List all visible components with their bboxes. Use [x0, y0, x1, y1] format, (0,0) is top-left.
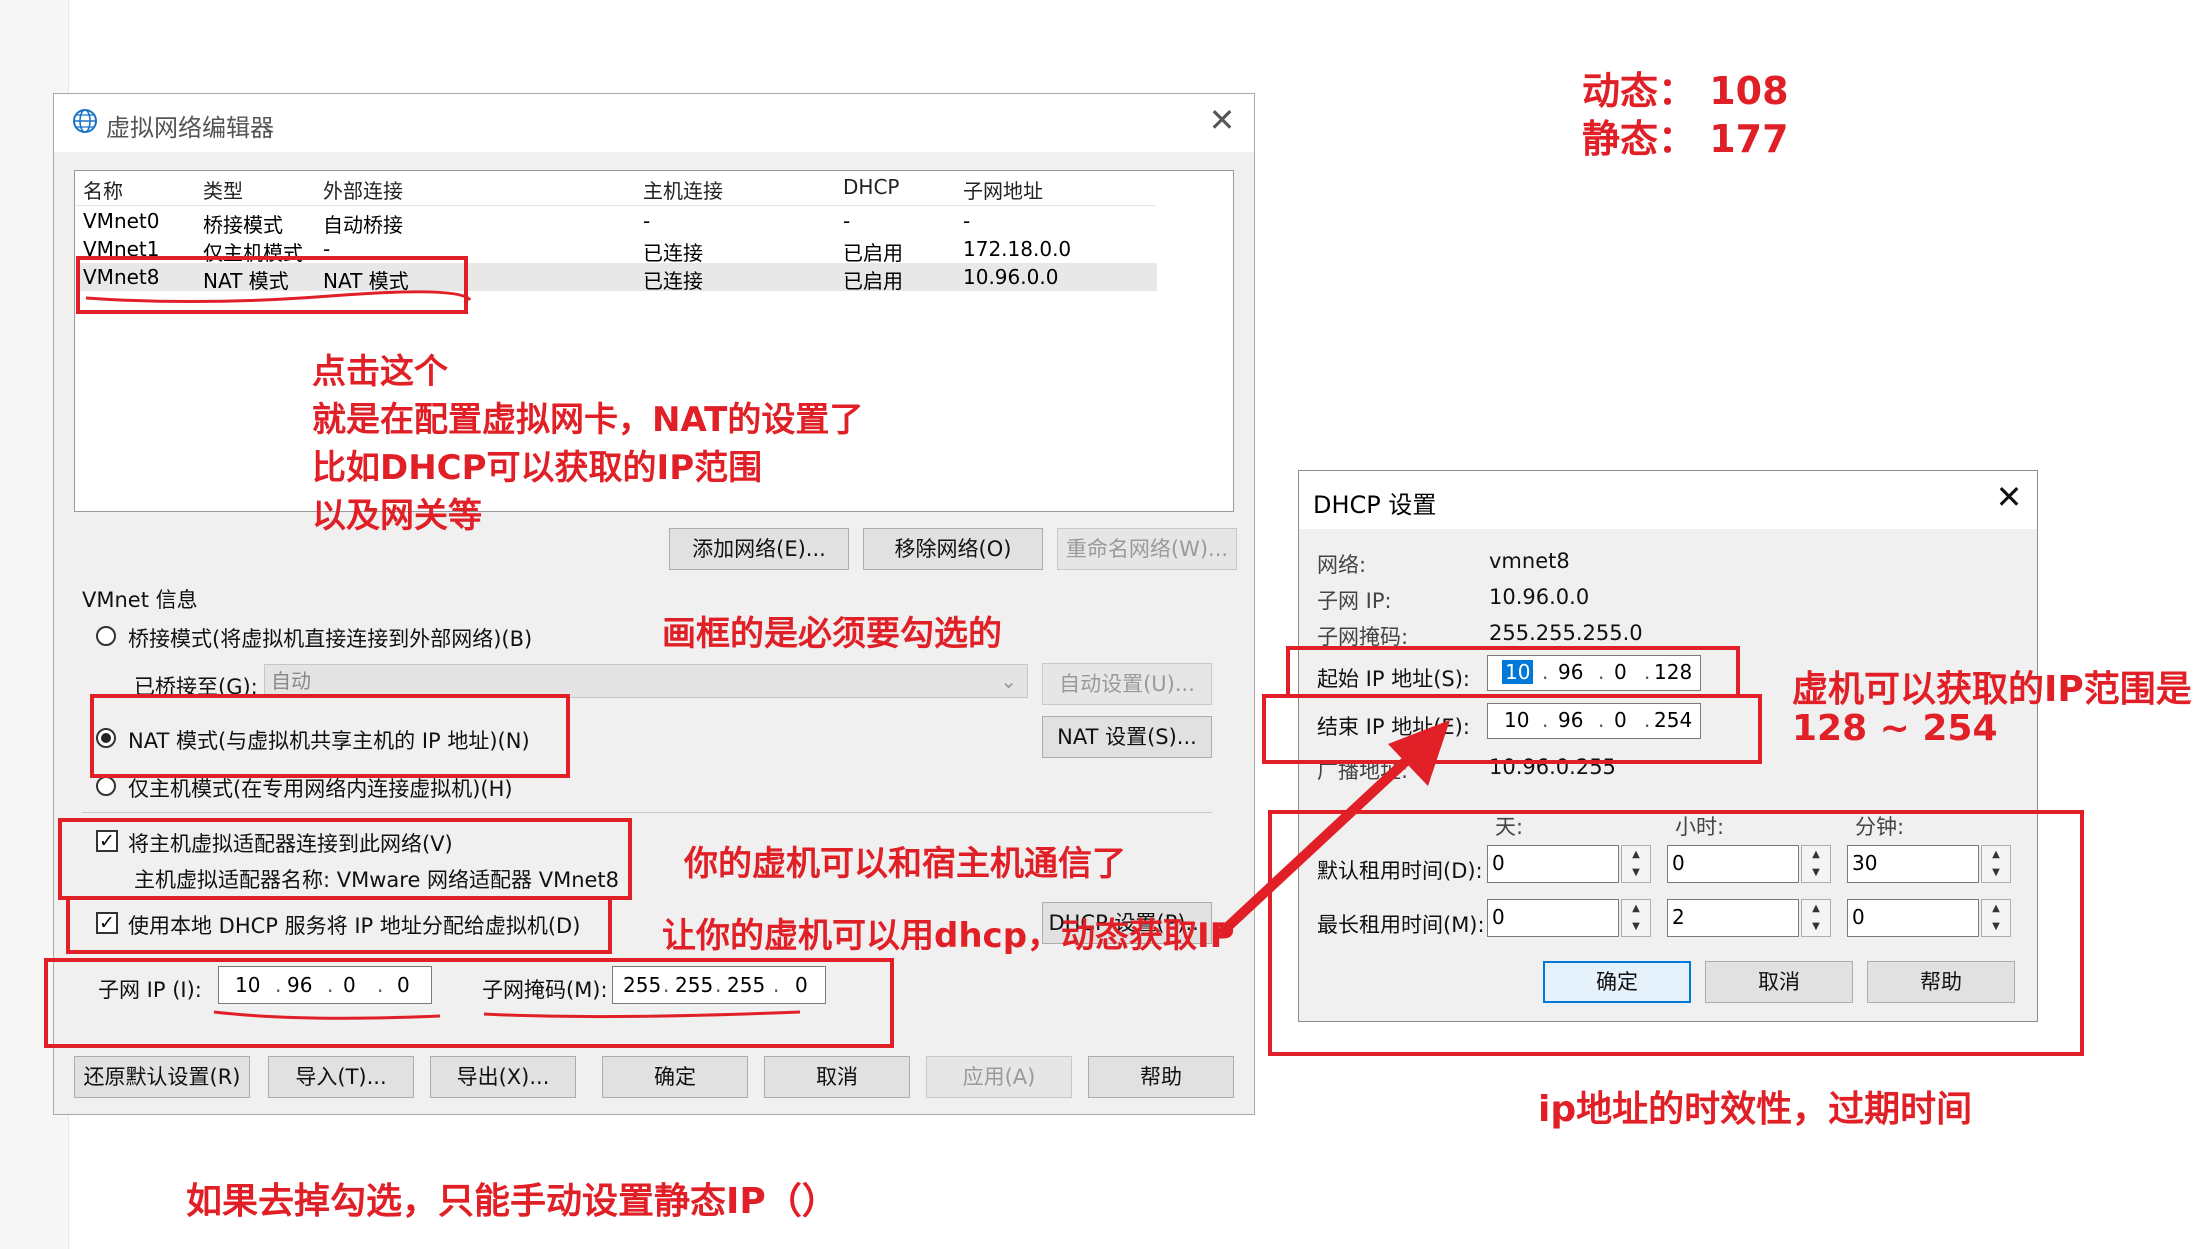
annotation-ip-range-values: 128 ~ 254 [1792, 708, 1998, 749]
auto-settings-button[interactable]: 自动设置(U)... [1042, 663, 1212, 705]
column-header-external[interactable]: 外部连接 [323, 175, 403, 204]
header-divider [75, 205, 1155, 206]
bridged-to-select[interactable]: 自动 ⌄ [264, 664, 1028, 698]
add-network-button[interactable]: 添加网络(E)... [669, 528, 849, 570]
globe-icon [73, 109, 97, 133]
annotation-boxed-required: 画框的是必须要勾选的 [662, 614, 1002, 654]
cell-subnet: 172.18.0.0 [963, 237, 1072, 261]
highlight-box-lease [1268, 810, 2084, 1056]
help-button[interactable]: 帮助 [1088, 1056, 1234, 1098]
bridged-to-value: 自动 [271, 669, 311, 693]
table-row[interactable]: VMnet0 桥接模式 自动桥接 - - - [75, 209, 1155, 237]
vmnet-info-label: VMnet 信息 [82, 588, 198, 612]
ok-button[interactable]: 确定 [602, 1056, 748, 1098]
dhcp-dialog-title: DHCP 设置 [1313, 491, 1437, 519]
annotation-lease: ip地址的时效性，过期时间 [1538, 1089, 1973, 1130]
cell-host: 已连接 [643, 241, 703, 265]
title-bar: 虚拟网络编辑器 ✕ [54, 94, 1254, 152]
subnet-ip-value: 10.96.0.0 [1489, 585, 1590, 609]
network-value: vmnet8 [1489, 549, 1570, 573]
annotation-static: 静态： 177 [1582, 117, 1789, 161]
rename-network-button[interactable]: 重命名网络(W)... [1057, 528, 1237, 570]
cell-host: 已连接 [643, 269, 703, 293]
highlight-box-connect-adapter [58, 818, 632, 900]
bridge-radio[interactable] [96, 626, 116, 646]
highlight-box-vmnet8 [76, 256, 468, 314]
restore-defaults-button[interactable]: 还原默认设置(R) [74, 1056, 250, 1098]
column-header-host[interactable]: 主机连接 [643, 175, 723, 204]
cell-name: VMnet0 [83, 209, 160, 233]
close-icon[interactable]: ✕ [1991, 479, 2027, 515]
highlight-box-start-ip [1286, 646, 1740, 698]
apply-button[interactable]: 应用(A) [926, 1056, 1072, 1098]
annotation-manual-static: 如果去掉勾选，只能手动设置静态IP（） [186, 1181, 838, 1222]
column-header-dhcp[interactable]: DHCP [843, 175, 899, 199]
annotation-use-dhcp: 让你的虚机可以用dhcp，动态获取IP [662, 916, 1235, 956]
cell-dhcp: 已启用 [843, 269, 903, 293]
export-button[interactable]: 导出(X)... [430, 1056, 576, 1098]
network-label: 网络: [1317, 553, 1367, 577]
cell-external: 自动桥接 [323, 213, 403, 237]
annotation-click-this: 点击这个 [312, 352, 448, 392]
highlight-box-end-ip [1262, 694, 1762, 764]
nat-settings-button[interactable]: NAT 设置(S)... [1042, 716, 1212, 758]
host-only-radio[interactable] [96, 776, 116, 796]
annotation-host-comm: 你的虚机可以和宿主机通信了 [684, 844, 1126, 884]
column-header-subnet[interactable]: 子网地址 [963, 175, 1043, 204]
import-button[interactable]: 导入(T)... [268, 1056, 414, 1098]
divider [82, 812, 1212, 813]
close-icon[interactable]: ✕ [1204, 102, 1240, 138]
dialog-title: 虚拟网络编辑器 [106, 114, 274, 142]
cell-host: - [643, 209, 651, 233]
dhcp-title-bar: DHCP 设置 ✕ [1299, 471, 2037, 529]
annotation-dynamic: 动态： 108 [1582, 69, 1789, 113]
cell-dhcp: - [843, 209, 851, 233]
cell-dhcp: 已启用 [843, 241, 903, 265]
cancel-button[interactable]: 取消 [764, 1056, 910, 1098]
annotation-ip-range: 虚机可以获取的IP范围是 [1792, 669, 2192, 710]
column-header-type[interactable]: 类型 [203, 175, 243, 204]
highlight-box-subnet [44, 958, 894, 1048]
subnet-ip-label: 子网 IP: [1317, 589, 1392, 613]
annotation-configure-nic: 就是在配置虚拟网卡，NAT的设置了 [312, 400, 864, 440]
remove-network-button[interactable]: 移除网络(O) [863, 528, 1043, 570]
subnet-mask-value: 255.255.255.0 [1489, 621, 1643, 645]
annotation-dhcp-range: 比如DHCP可以获取的IP范围 [312, 448, 763, 488]
highlight-box-nat [90, 694, 570, 778]
cell-type: 桥接模式 [203, 213, 283, 237]
chevron-down-icon: ⌄ [1000, 669, 1017, 693]
highlight-box-use-dhcp [66, 896, 612, 954]
bridge-radio-label: 桥接模式(将虚拟机直接连接到外部网络)(B) [128, 627, 533, 651]
annotation-gateway: 以及网关等 [312, 496, 482, 536]
cell-subnet: - [963, 209, 971, 233]
cell-subnet: 10.96.0.0 [963, 265, 1059, 289]
column-header-name[interactable]: 名称 [83, 175, 123, 204]
